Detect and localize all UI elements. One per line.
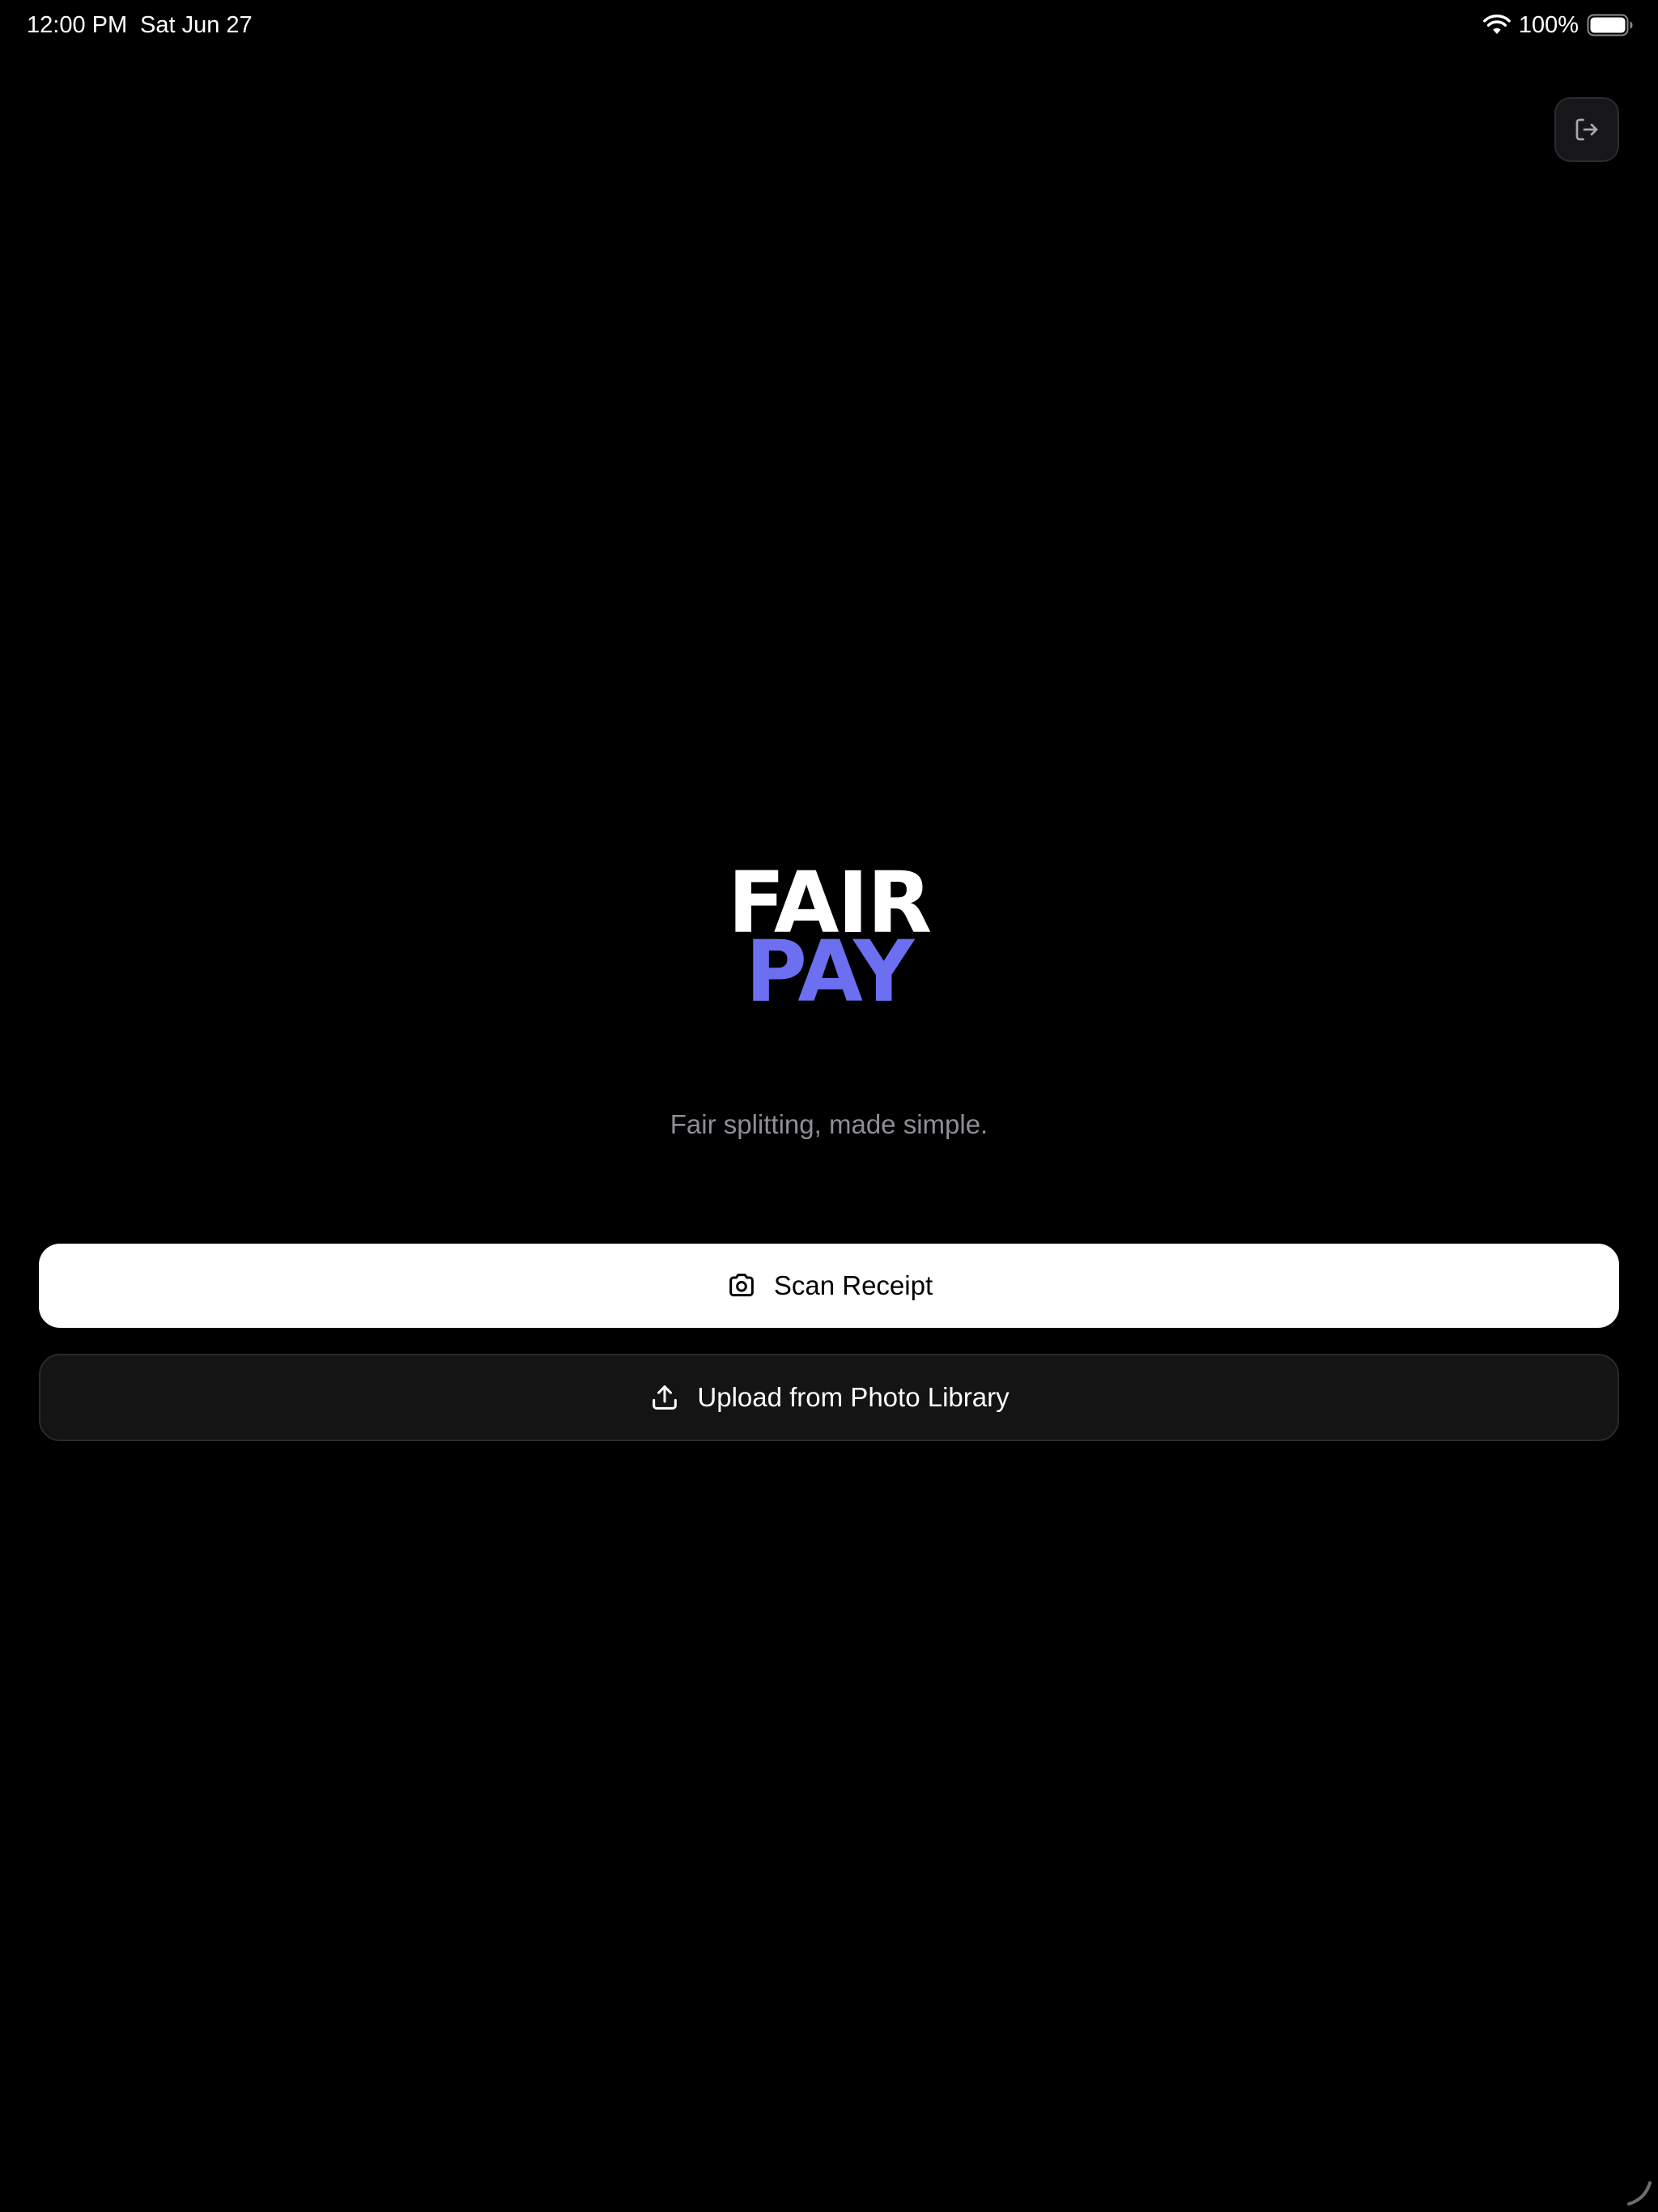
status-indicators: 100% xyxy=(1482,11,1634,40)
logo-pay: PAY xyxy=(745,922,915,1021)
battery-percent: 100% xyxy=(1518,12,1579,38)
status-bar: 12:00 PM Sat Jun 27 100% xyxy=(0,0,1658,52)
logout-icon xyxy=(1575,118,1598,141)
tagline: Fair splitting, made simple. xyxy=(670,1109,988,1139)
logout-button[interactable] xyxy=(1554,97,1619,162)
status-time: 12:00 PM xyxy=(27,12,128,38)
camera-icon xyxy=(729,1274,754,1297)
wifi-icon xyxy=(1482,15,1511,34)
resize-handle-icon[interactable] xyxy=(1624,2178,1653,2207)
upload-photo-library-label: Upload from Photo Library xyxy=(697,1382,1010,1412)
scan-receipt-button[interactable]: Scan Receipt xyxy=(39,1244,1619,1328)
status-date: Sat Jun 27 xyxy=(140,12,253,38)
battery-full-icon xyxy=(1587,14,1633,36)
upload-photo-library-button[interactable]: Upload from Photo Library xyxy=(39,1354,1619,1441)
upload-icon xyxy=(653,1385,678,1410)
scan-receipt-label: Scan Receipt xyxy=(773,1270,933,1300)
